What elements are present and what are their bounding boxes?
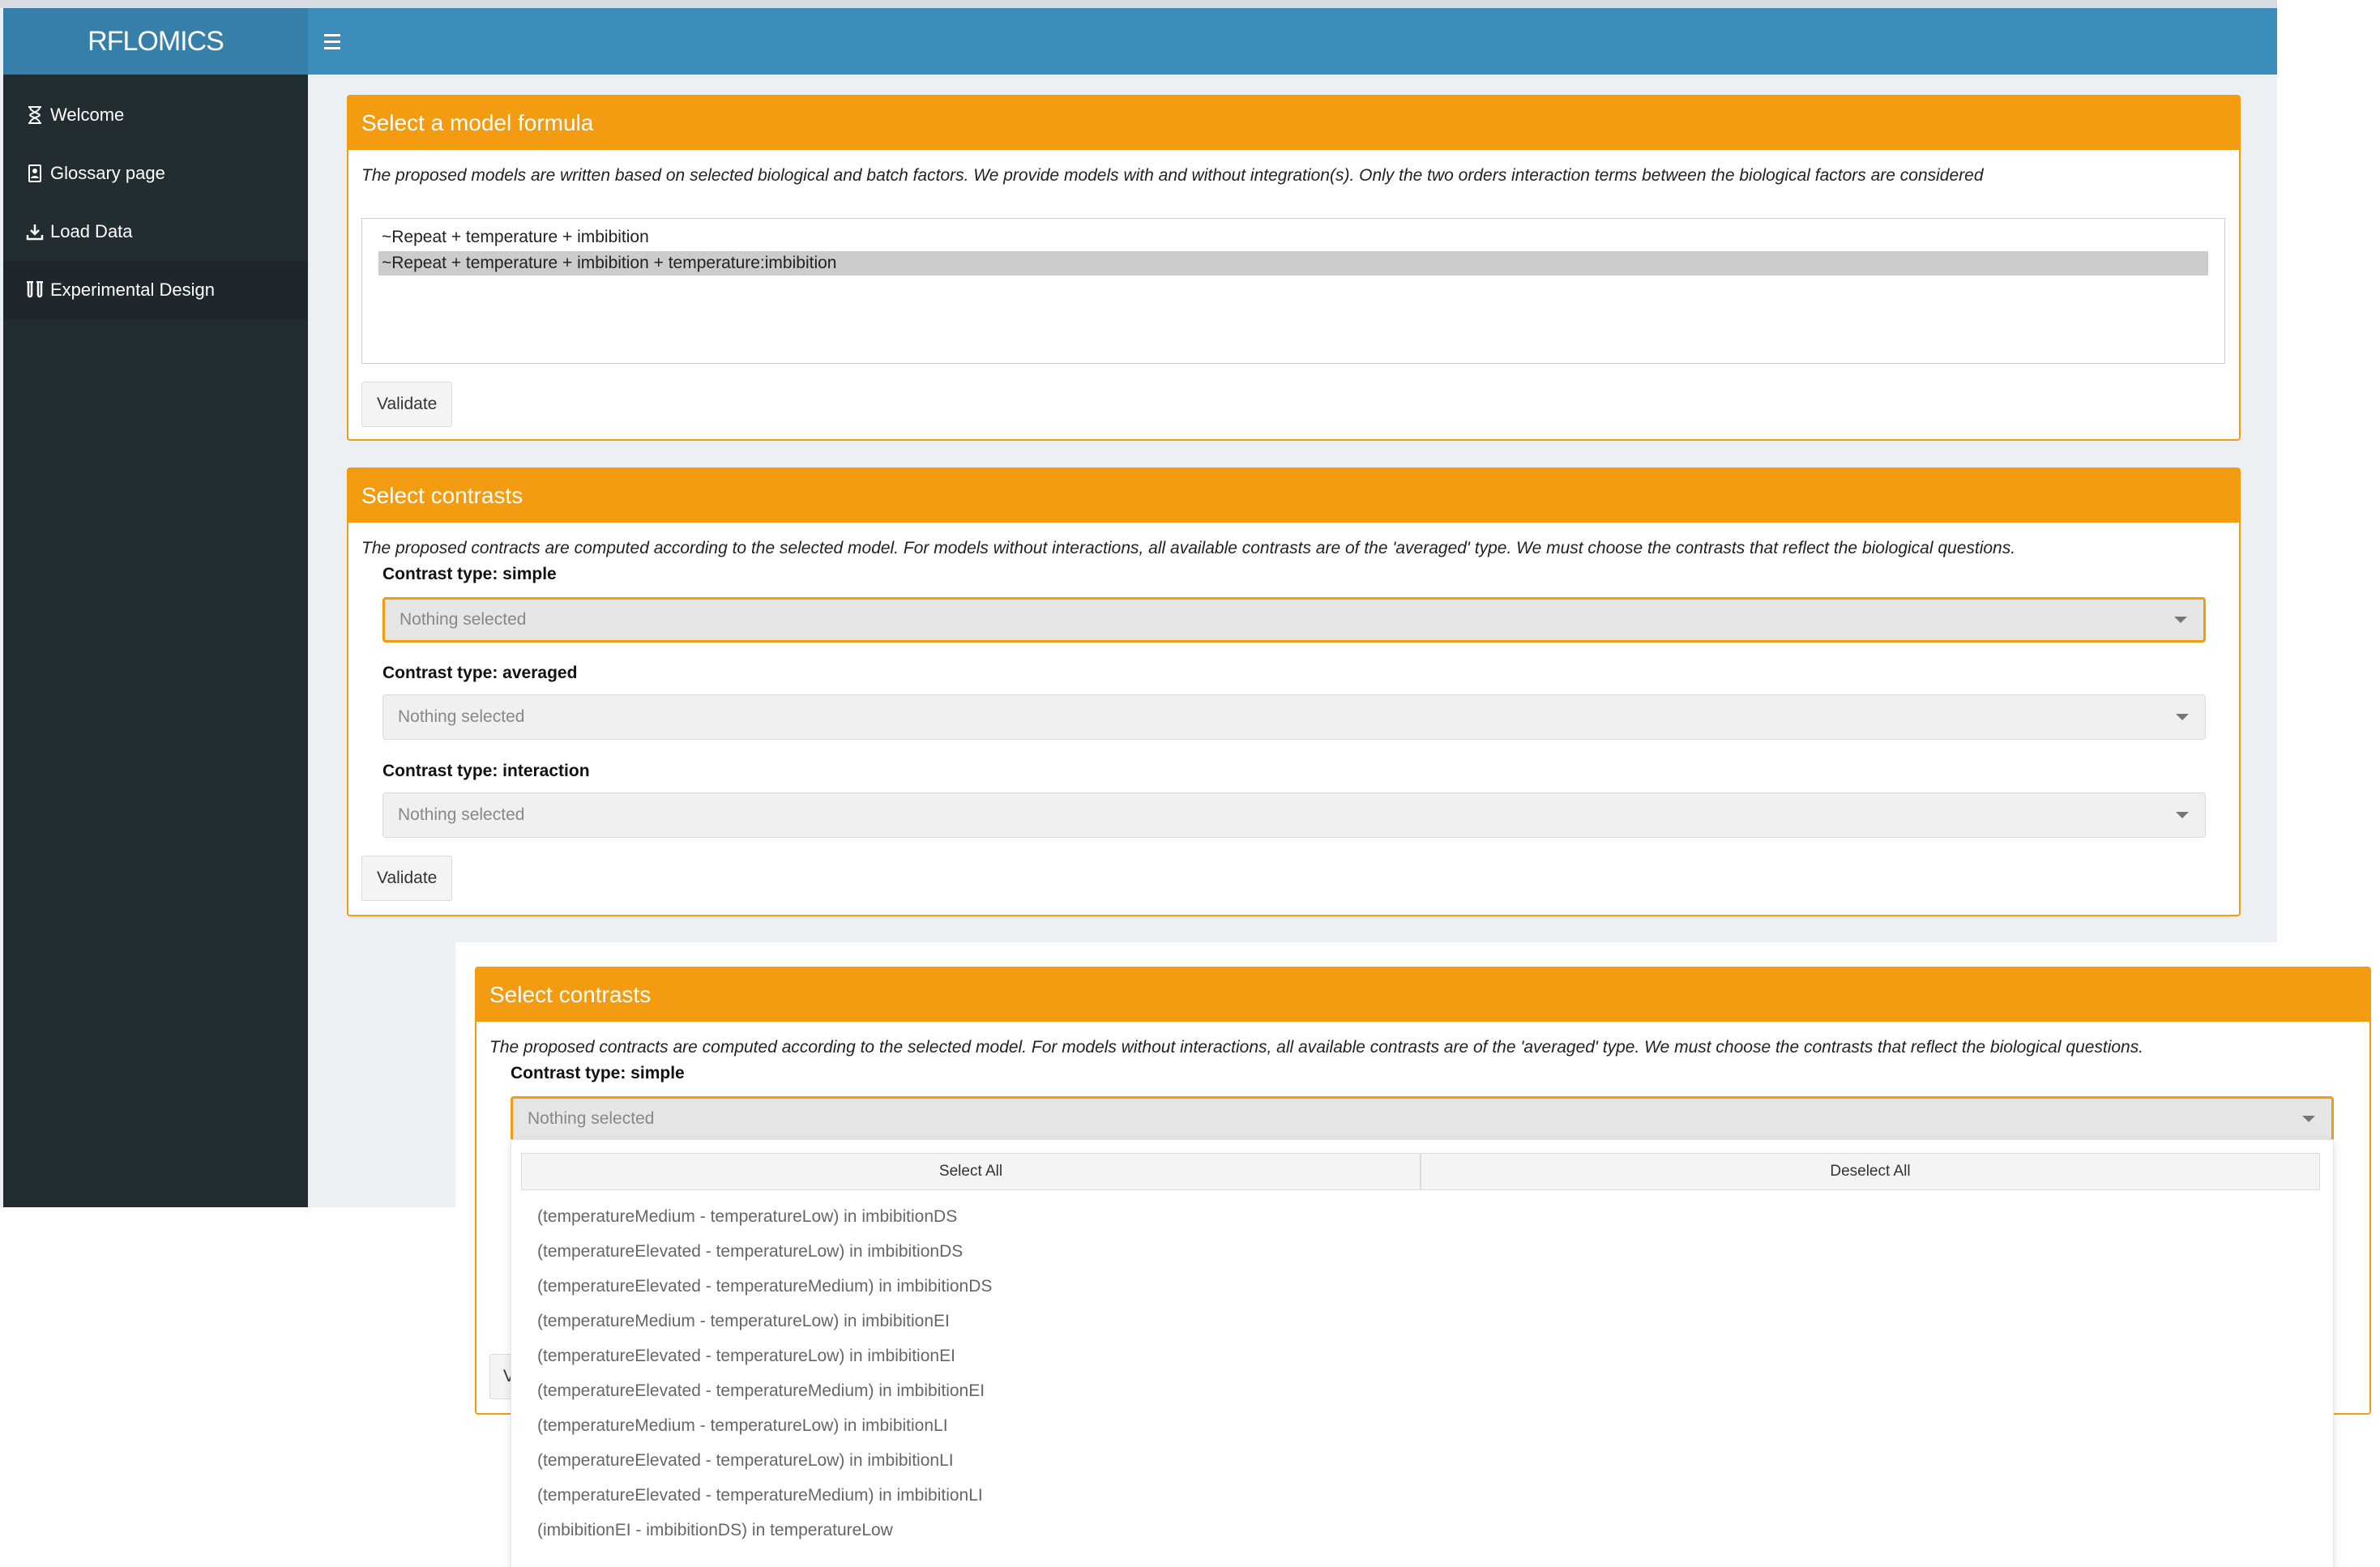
select-value: Nothing selected <box>398 805 525 824</box>
model-option-selected[interactable]: ~Repeat + temperature + imbibition + tem… <box>378 251 2208 275</box>
overlay-select-contrasts-title: Select contrasts <box>476 968 2369 1022</box>
dropdown-option[interactable]: (temperatureMedium - temperatureLow) in … <box>537 1305 950 1338</box>
contrast-interaction-select[interactable]: Nothing selected <box>382 792 2206 838</box>
dropdown-option[interactable]: (temperatureElevated - temperatureMedium… <box>537 1479 983 1512</box>
sidebar-item-experimental-design[interactable]: Experimental Design <box>3 261 308 319</box>
sidebar-item-label: Experimental Design <box>50 280 215 300</box>
select-contrasts-description: The proposed contracts are computed acco… <box>361 539 2016 557</box>
sidebar-item-label: Glossary page <box>50 163 165 183</box>
overlay-screenshot: Select contrasts The proposed contracts … <box>455 942 2380 1567</box>
contrast-simple-dropdown: Select All Deselect All (temperatureMedi… <box>511 1139 2334 1567</box>
chevron-down-icon <box>2176 714 2189 720</box>
validate-contrasts-button[interactable]: Validate <box>361 856 453 901</box>
contrast-averaged-label: Contrast type: averaged <box>382 664 578 682</box>
select-all-button[interactable]: Select All <box>521 1153 1421 1190</box>
top-navbar <box>308 8 2277 75</box>
contrast-simple-select[interactable]: Nothing selected <box>382 597 2206 643</box>
deselect-all-button[interactable]: Deselect All <box>1421 1153 2320 1190</box>
contrast-averaged-select[interactable]: Nothing selected <box>382 694 2206 740</box>
sidebar-item-label: Load Data <box>50 221 133 241</box>
vials-icon <box>24 280 45 301</box>
validate-model-button[interactable]: Validate <box>361 382 453 427</box>
overlay-select-contrasts-description: The proposed contracts are computed acco… <box>489 1038 2144 1057</box>
dropdown-option[interactable]: (temperatureElevated - temperatureLow) i… <box>537 1445 954 1477</box>
select-value: Nothing selected <box>400 610 527 629</box>
chevron-down-icon <box>2302 1116 2315 1122</box>
overlay-contrast-simple-select[interactable]: Nothing selected <box>511 1096 2334 1142</box>
select-value: Nothing selected <box>398 707 525 726</box>
dropdown-option[interactable]: (temperatureElevated - temperatureMedium… <box>537 1375 985 1407</box>
sidebar-item-glossary[interactable]: Glossary page <box>3 144 308 203</box>
sidebar-item-label: Welcome <box>50 105 125 125</box>
select-contrasts-title: Select contrasts <box>348 469 2239 523</box>
address-book-icon <box>24 163 45 184</box>
select-contrasts-box: Select contrasts The proposed contracts … <box>347 468 2241 916</box>
dropdown-option[interactable]: (temperatureElevated - temperatureLow) i… <box>537 1236 963 1268</box>
dropdown-option[interactable]: (temperatureMedium - temperatureLow) in … <box>537 1201 957 1233</box>
dropdown-option[interactable]: (temperatureElevated - temperatureLow) i… <box>537 1340 955 1373</box>
sidebar-item-welcome[interactable]: Welcome <box>3 86 308 144</box>
dropdown-option[interactable]: (temperatureElevated - temperatureMedium… <box>537 1270 992 1303</box>
model-formula-description: The proposed models are written based on… <box>361 166 1984 185</box>
dropdown-option[interactable]: (temperatureMedium - temperatureLow) in … <box>537 1410 948 1442</box>
overlay-contrast-simple-label: Contrast type: simple <box>511 1064 685 1082</box>
hourglass-icon <box>24 105 45 126</box>
sidebar: RFLOMICS Welcome Glossary page Load Data… <box>3 8 308 1207</box>
sidebar-item-load-data[interactable]: Load Data <box>3 203 308 261</box>
chevron-down-icon <box>2176 812 2189 818</box>
model-formula-box: Select a model formula The proposed mode… <box>347 95 2241 441</box>
model-option[interactable]: ~Repeat + temperature + imbibition <box>378 225 2208 250</box>
hamburger-menu-icon[interactable] <box>324 30 342 53</box>
select-value: Nothing selected <box>528 1109 655 1128</box>
model-formula-listbox[interactable]: ~Repeat + temperature + imbibition ~Repe… <box>361 218 2225 364</box>
dropdown-option[interactable]: (imbibitionEI - imbibitionDS) in tempera… <box>537 1514 893 1547</box>
window-top-strip <box>0 0 2277 8</box>
contrast-simple-label: Contrast type: simple <box>382 565 557 583</box>
model-formula-title: Select a model formula <box>348 96 2239 150</box>
app-logo[interactable]: RFLOMICS <box>3 8 308 75</box>
chevron-down-icon <box>2174 617 2187 623</box>
contrast-interaction-label: Contrast type: interaction <box>382 762 590 780</box>
download-icon <box>24 221 45 242</box>
